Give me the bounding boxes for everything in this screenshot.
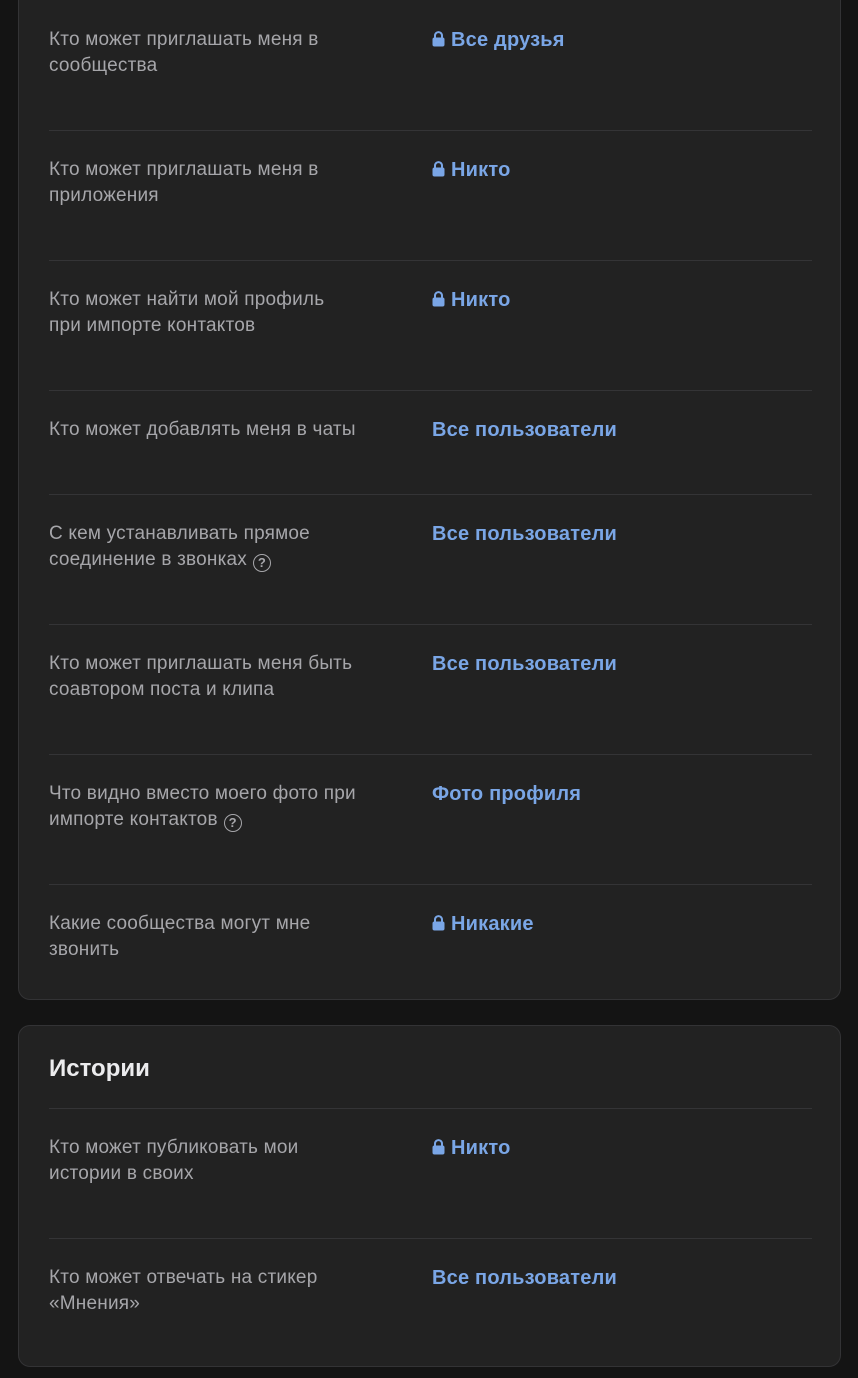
setting-label: Кто может отвечать на стикер «Мнения»	[49, 1265, 414, 1317]
privacy-settings-list: Кто может приглашать меня в сообщества Все…	[49, 1, 812, 1015]
setting-label: Какие сообщества могут мне звонить	[49, 911, 414, 963]
setting-label: Кто может приглашать меня в приложения	[49, 157, 414, 209]
settings-row: Кто может найти мой профиль при импорте к…	[49, 261, 812, 391]
setting-label-line: приложения	[49, 185, 159, 206]
setting-label-line: Что видно вместо моего фото при	[49, 783, 356, 804]
setting-label-line: Кто может приглашать меня быть	[49, 653, 353, 674]
setting-label-line: Кто может приглашать меня в	[49, 159, 319, 180]
setting-label-line: соединение в звонках	[49, 549, 247, 570]
settings-row: Кто может добавлять меня в чаты Все польз…	[49, 391, 812, 495]
setting-label: Кто может найти мой профиль при импорте к…	[49, 287, 414, 339]
settings-row: Что видно вместо моего фото при импорте к…	[49, 755, 812, 885]
setting-value-text: Все пользователи	[432, 419, 617, 441]
lock-icon	[432, 291, 445, 307]
setting-label-line: Кто может приглашать меня в	[49, 29, 319, 50]
setting-label-line: Кто может найти мой профиль	[49, 289, 325, 310]
settings-row: Кто может приглашать меня в сообщества Все…	[49, 1, 812, 131]
lock-icon	[432, 161, 445, 177]
setting-label-line: Кто может отвечать на стикер	[49, 1267, 318, 1288]
section-title-stories: Истории	[49, 1055, 150, 1082]
setting-value-link[interactable]: Все друзья	[432, 27, 565, 53]
question-circle-icon[interactable]: ?	[223, 814, 242, 832]
setting-value-link[interactable]: Все пользователи	[432, 417, 617, 443]
setting-label-line: импорте контактов	[49, 809, 218, 830]
stories-settings-list: Кто может публиковать мои истории в своих…	[49, 1109, 812, 1369]
settings-row: Кто может приглашать меня быть соавтором …	[49, 625, 812, 755]
setting-value-text: Никакие	[451, 913, 534, 935]
settings-row: С кем устанавливать прямое соединение в з…	[49, 495, 812, 625]
setting-label-line: Кто может добавлять меня в чаты	[49, 419, 356, 440]
setting-label-line: сообщества	[49, 55, 158, 76]
setting-value-link[interactable]: Никто	[432, 157, 511, 183]
setting-value-text: Все пользователи	[432, 1267, 617, 1289]
lock-icon	[432, 31, 445, 47]
setting-value-text: Никто	[451, 289, 511, 311]
setting-label-line: при импорте контактов	[49, 315, 256, 336]
setting-label: Кто может добавлять меня в чаты	[49, 417, 414, 443]
setting-label-line: истории в своих	[49, 1163, 194, 1184]
setting-label: Что видно вместо моего фото при импорте к…	[49, 781, 414, 833]
lock-icon	[432, 1139, 445, 1155]
setting-value-link[interactable]: Все пользователи	[432, 1265, 617, 1291]
setting-value-text: Все друзья	[451, 29, 565, 51]
setting-value-link[interactable]: Никакие	[432, 911, 534, 937]
setting-label: Кто может публиковать мои истории в своих	[49, 1135, 414, 1187]
settings-row: Кто может отвечать на стикер «Мнения» Все …	[49, 1239, 812, 1369]
setting-label-line: соавтором поста и клипа	[49, 679, 275, 700]
setting-value-link[interactable]: Фото профиля	[432, 781, 581, 807]
setting-label-line: «Мнения»	[49, 1293, 141, 1314]
privacy-settings-card: Кто может приглашать меня в сообщества Все…	[18, 0, 841, 1000]
setting-value-text: Никто	[451, 159, 511, 181]
setting-value-text: Фото профиля	[432, 783, 582, 805]
lock-icon	[432, 915, 445, 931]
setting-label-line: С кем устанавливать прямое	[49, 523, 310, 544]
setting-value-text: Никто	[451, 1137, 511, 1159]
setting-value-link[interactable]: Никто	[432, 1135, 511, 1161]
setting-value-text: Все пользователи	[432, 523, 617, 545]
setting-label: Кто может приглашать меня быть соавтором …	[49, 651, 414, 703]
setting-value-link[interactable]: Все пользователи	[432, 521, 617, 547]
setting-value-link[interactable]: Никто	[432, 287, 511, 313]
setting-value-link[interactable]: Все пользователи	[432, 651, 617, 677]
settings-row: Кто может приглашать меня в приложения Ник…	[49, 131, 812, 261]
settings-row: Какие сообщества могут мне звонить Никакие	[49, 885, 812, 1015]
stories-settings-card: Истории Кто может публиковать мои истории…	[18, 1025, 841, 1367]
setting-label-line: Кто может публиковать мои	[49, 1137, 299, 1158]
setting-label: Кто может приглашать меня в сообщества	[49, 27, 414, 79]
setting-label-line: звонить	[49, 939, 120, 960]
setting-label: С кем устанавливать прямое соединение в з…	[49, 521, 414, 573]
setting-label-line: Какие сообщества могут мне	[49, 913, 311, 934]
settings-row: Кто может публиковать мои истории в своих…	[49, 1109, 812, 1239]
setting-value-text: Все пользователи	[432, 653, 617, 675]
question-circle-icon[interactable]: ?	[252, 554, 271, 572]
